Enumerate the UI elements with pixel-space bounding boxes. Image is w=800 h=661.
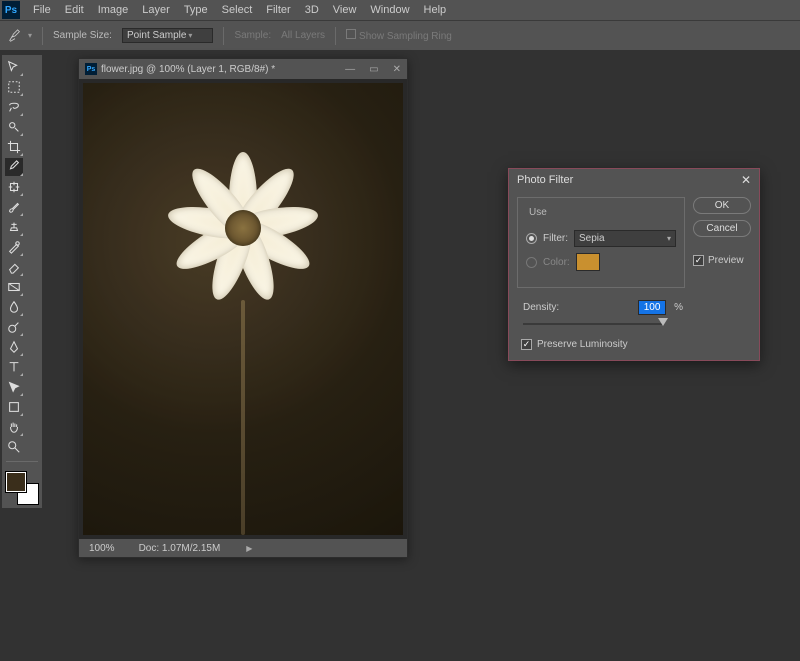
shape-tool[interactable] xyxy=(5,398,23,416)
eyedropper-icon xyxy=(8,29,22,43)
cancel-button[interactable]: Cancel xyxy=(693,220,751,237)
preview-row[interactable]: Preview xyxy=(693,255,751,266)
menu-filter[interactable]: Filter xyxy=(259,4,297,16)
divider xyxy=(42,27,43,45)
preview-checkbox[interactable] xyxy=(693,255,704,266)
use-fieldset: Use Filter: Sepia Color: xyxy=(517,197,685,288)
divider xyxy=(335,27,336,45)
move-tool[interactable] xyxy=(5,58,23,76)
doc-size: Doc: 1.07M/2.15M xyxy=(139,543,221,554)
sample-size-select[interactable]: Point Sample xyxy=(122,28,214,43)
use-label: Use xyxy=(526,207,550,218)
menu-bar: Ps File Edit Image Layer Type Select Fil… xyxy=(0,0,800,20)
eraser-tool[interactable] xyxy=(5,258,23,276)
ok-button[interactable]: OK xyxy=(693,197,751,214)
window-close[interactable]: ✕ xyxy=(393,64,401,75)
sample-label: Sample: xyxy=(234,30,271,41)
dialog-close-button[interactable]: ✕ xyxy=(741,173,751,187)
sample-value: All Layers xyxy=(281,30,325,41)
menu-view[interactable]: View xyxy=(326,4,364,16)
window-minimize[interactable]: — xyxy=(345,64,355,75)
filter-radio[interactable] xyxy=(526,233,537,244)
color-radio-row[interactable]: Color: xyxy=(526,253,676,271)
zoom-tool[interactable] xyxy=(5,438,23,456)
preview-label: Preview xyxy=(708,255,744,266)
slider-thumb[interactable] xyxy=(658,318,668,326)
dialog-titlebar[interactable]: Photo Filter ✕ xyxy=(509,169,759,191)
density-input[interactable]: 100 xyxy=(638,300,666,315)
menu-help[interactable]: Help xyxy=(417,4,454,16)
canvas[interactable] xyxy=(83,83,403,535)
status-arrow-icon[interactable]: ▶ xyxy=(246,544,252,553)
filter-select[interactable]: Sepia xyxy=(574,230,676,247)
color-label: Color: xyxy=(543,257,570,268)
spot-heal-tool[interactable] xyxy=(5,178,23,196)
pen-tool[interactable] xyxy=(5,338,23,356)
document-canvas-area[interactable] xyxy=(79,79,407,539)
lasso-tool[interactable] xyxy=(5,98,23,116)
document-window: Ps flower.jpg @ 100% (Layer 1, RGB/8#) *… xyxy=(78,58,408,558)
blur-tool[interactable] xyxy=(5,298,23,316)
document-statusbar: 100% Doc: 1.07M/2.15M ▶ xyxy=(79,539,407,557)
sample-size-label: Sample Size: xyxy=(53,30,112,41)
menu-select[interactable]: Select xyxy=(215,4,260,16)
dodge-tool[interactable] xyxy=(5,318,23,336)
history-brush-tool[interactable] xyxy=(5,238,23,256)
photo-filter-dialog: Photo Filter ✕ Use Filter: Sepia Color: … xyxy=(508,168,760,361)
path-select-tool[interactable] xyxy=(5,378,23,396)
eyedropper-tool[interactable] xyxy=(5,158,23,176)
clone-stamp-tool[interactable] xyxy=(5,218,23,236)
color-radio[interactable] xyxy=(526,257,537,268)
density-label: Density: xyxy=(523,302,559,313)
menu-type[interactable]: Type xyxy=(177,4,215,16)
filter-radio-row[interactable]: Filter: Sepia xyxy=(526,230,676,247)
marquee-tool[interactable] xyxy=(5,78,23,96)
brush-tool[interactable] xyxy=(5,198,23,216)
menu-layer[interactable]: Layer xyxy=(135,4,177,16)
tool-separator xyxy=(6,461,38,462)
preserve-luminosity-row[interactable]: Preserve Luminosity xyxy=(521,339,685,350)
menu-image[interactable]: Image xyxy=(91,4,136,16)
filter-label: Filter: xyxy=(543,233,568,244)
menu-window[interactable]: Window xyxy=(363,4,416,16)
document-title: flower.jpg @ 100% (Layer 1, RGB/8#) * xyxy=(101,64,275,75)
menu-edit[interactable]: Edit xyxy=(58,4,91,16)
density-slider[interactable] xyxy=(523,317,663,331)
gradient-tool[interactable] xyxy=(5,278,23,296)
app-logo: Ps xyxy=(2,1,20,19)
foreground-color-swatch[interactable] xyxy=(6,472,26,492)
flower-image xyxy=(158,143,328,313)
tool-palette xyxy=(2,55,42,508)
color-swatch[interactable] xyxy=(576,253,600,271)
crop-tool[interactable] xyxy=(5,138,23,156)
hand-tool[interactable] xyxy=(5,418,23,436)
divider xyxy=(223,27,224,45)
density-unit: % xyxy=(674,302,683,313)
show-sampling-ring[interactable]: Show Sampling Ring xyxy=(346,29,452,42)
type-tool[interactable] xyxy=(5,358,23,376)
window-maximize[interactable]: ▭ xyxy=(369,64,378,75)
document-titlebar[interactable]: Ps flower.jpg @ 100% (Layer 1, RGB/8#) *… xyxy=(79,59,407,79)
current-tool-indicator[interactable] xyxy=(8,29,32,43)
quick-select-tool[interactable] xyxy=(5,118,23,136)
options-bar: Sample Size: Point Sample Sample: All La… xyxy=(0,20,800,50)
zoom-level[interactable]: 100% xyxy=(89,543,115,554)
preserve-luminosity-checkbox[interactable] xyxy=(521,339,532,350)
menu-3d[interactable]: 3D xyxy=(298,4,326,16)
menu-file[interactable]: File xyxy=(26,4,58,16)
color-swatches[interactable] xyxy=(6,472,38,504)
preserve-luminosity-label: Preserve Luminosity xyxy=(537,339,628,350)
dialog-title-text: Photo Filter xyxy=(517,174,573,186)
doc-ps-icon: Ps xyxy=(85,63,97,75)
